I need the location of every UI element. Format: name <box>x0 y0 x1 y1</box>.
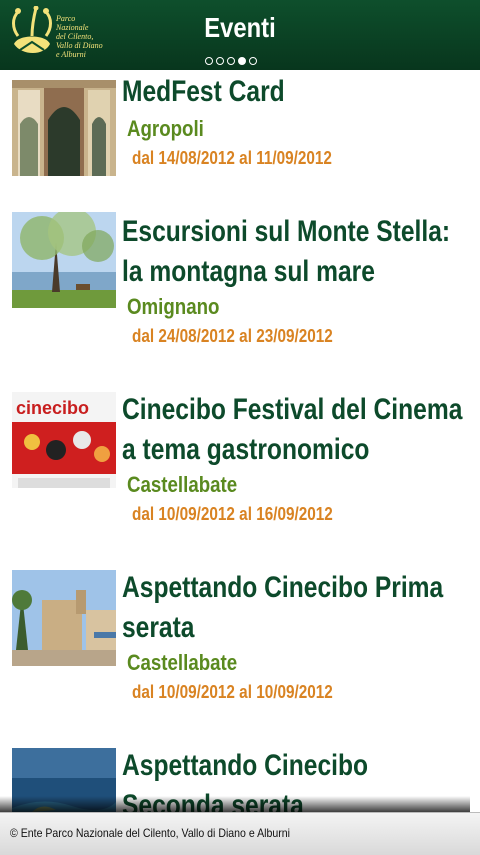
page-dot[interactable] <box>249 57 257 65</box>
page-title: Eventi <box>204 12 276 43</box>
page-dot[interactable] <box>216 57 224 65</box>
event-title: Escursioni sul Monte Stella: la montagna… <box>122 215 451 288</box>
page-dot[interactable] <box>205 57 213 65</box>
page-dot-active[interactable] <box>238 57 246 65</box>
event-thumbnail <box>12 212 116 308</box>
poster-text: cinecibo <box>16 398 89 418</box>
event-thumbnail <box>12 80 116 176</box>
event-title: Cinecibo Festival del Cinema a tema gast… <box>122 393 463 466</box>
event-title: MedFest Card <box>122 75 285 108</box>
event-dates: dal 14/08/2012 al 11/09/2012 <box>132 148 332 168</box>
event-thumbnail <box>12 570 116 666</box>
event-dates: dal 10/09/2012 al 10/09/2012 <box>132 682 333 702</box>
event-dates: dal 10/09/2012 al 16/09/2012 <box>132 504 333 524</box>
event-list[interactable]: MedFest Card Agropoli dal 14/08/2012 al … <box>0 70 480 812</box>
event-title: Aspettando Cinecibo Prima serata <box>122 571 444 644</box>
app-header: Parco Nazionale del Cilento, Vallo di Di… <box>0 0 480 70</box>
logo-line: e Alburni <box>56 50 86 59</box>
event-dates: dal 24/08/2012 al 23/09/2012 <box>132 326 333 346</box>
page-indicator <box>205 57 257 65</box>
event-location: Agropoli <box>127 116 204 141</box>
event-location: Castellabate <box>127 650 238 675</box>
page-dot[interactable] <box>227 57 235 65</box>
footer: © Ente Parco Nazionale del Cilento, Vall… <box>0 812 480 855</box>
copyright-text: © Ente Parco Nazionale del Cilento, Vall… <box>10 826 290 840</box>
event-location: Omignano <box>127 294 220 319</box>
event-thumbnail: cinecibo <box>12 392 116 488</box>
event-location: Castellabate <box>127 472 238 497</box>
